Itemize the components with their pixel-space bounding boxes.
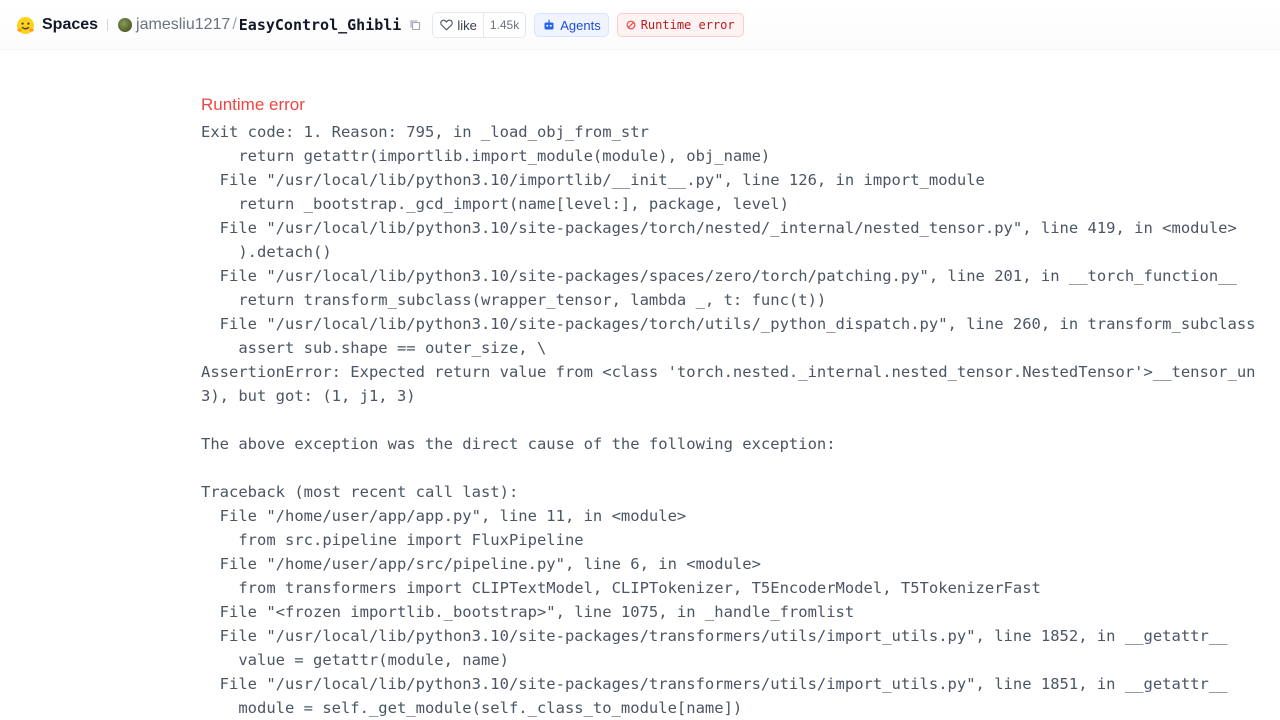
agents-label: Agents — [560, 17, 601, 33]
log-line: Exit code: 1. Reason: 795, in _load_obj_… — [201, 123, 649, 141]
log-line: File "/usr/local/lib/python3.10/site-pac… — [201, 267, 1237, 285]
divider — [107, 19, 109, 31]
log-line: return transform_subclass(wrapper_tensor… — [201, 291, 827, 309]
error-title: Runtime error — [201, 95, 305, 114]
error-circle-icon — [626, 20, 636, 30]
log-line: File "/home/user/app/src/pipeline.py", l… — [201, 555, 761, 573]
log-line: File "/home/user/app/app.py", line 11, i… — [201, 507, 687, 525]
owner-link[interactable]: jamesliu1217 — [136, 16, 230, 34]
copy-icon[interactable] — [408, 19, 421, 32]
log-line: ).detach() — [201, 243, 332, 261]
log-line: The above exception was the direct cause… — [201, 435, 836, 453]
repo-name-link[interactable]: EasyControl_Ghibli — [239, 16, 402, 34]
header-row: Spaces jamesliu1217 / EasyControl_Ghibli… — [16, 12, 744, 38]
log-line: return _bootstrap._gcd_import(name[level… — [201, 195, 789, 213]
log-line: from src.pipeline import FluxPipeline — [201, 531, 584, 549]
log-line: File "<frozen importlib._bootstrap>", li… — [201, 603, 855, 621]
error-log: Exit code: 1. Reason: 795, in _load_obj_… — [201, 120, 1256, 720]
like-group: like 1.45k — [432, 12, 527, 38]
log-line: File "/usr/local/lib/python3.10/site-pac… — [201, 219, 1237, 237]
log-line: assert sub.shape == outer_size, \ — [201, 339, 547, 357]
agents-button[interactable]: Agents — [534, 13, 609, 37]
log-line: return getattr(importlib.import_module(m… — [201, 147, 771, 165]
avatar[interactable] — [118, 18, 133, 32]
path-separator: / — [232, 16, 237, 33]
like-button[interactable]: like — [433, 13, 483, 37]
like-count[interactable]: 1.45k — [482, 13, 526, 37]
log-line: File "/usr/local/lib/python3.10/site-pac… — [201, 627, 1228, 645]
hugging-face-logo-icon[interactable] — [16, 16, 35, 35]
status-badge[interactable]: Runtime error — [616, 13, 744, 37]
log-line: from transformers import CLIPTextModel, … — [201, 579, 1041, 597]
heart-icon — [440, 19, 454, 31]
log-line: Traceback (most recent call last): — [201, 483, 519, 501]
log-line: AssertionError: Expected return value fr… — [201, 363, 1256, 381]
top-header: Spaces jamesliu1217 / EasyControl_Ghibli… — [0, 0, 1280, 50]
log-line: value = getattr(module, name) — [201, 651, 509, 669]
log-line: File "/usr/local/lib/python3.10/site-pac… — [201, 675, 1228, 693]
log-line: File "/usr/local/lib/python3.10/importli… — [201, 171, 985, 189]
log-line: File "/usr/local/lib/python3.10/site-pac… — [201, 315, 1256, 333]
log-line: module = self._get_module(self._class_to… — [201, 699, 743, 717]
robot-icon — [543, 19, 555, 31]
error-panel: Runtime error Exit code: 1. Reason: 795,… — [201, 92, 1256, 720]
spaces-link[interactable]: Spaces — [42, 16, 98, 34]
status-label: Runtime error — [640, 18, 735, 32]
like-label: like — [457, 17, 477, 33]
log-line: 3), but got: (1, j1, 3) — [201, 387, 416, 405]
